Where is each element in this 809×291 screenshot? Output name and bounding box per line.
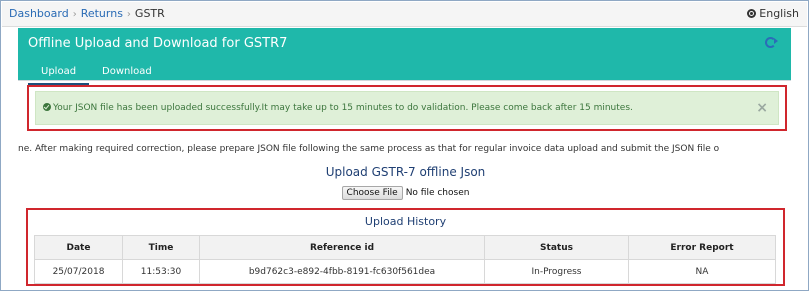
history-table: Date Time Reference id Status Error Repo… (34, 235, 776, 284)
tab-bar: Upload Download (28, 59, 165, 86)
close-icon[interactable]: × (756, 92, 768, 124)
col-time: Time (122, 235, 200, 260)
alert-highlight: Your JSON file has been uploaded success… (27, 85, 787, 131)
page-title: Offline Upload and Download for GSTR7 (28, 36, 288, 51)
language-selector[interactable]: English (747, 2, 799, 26)
alert-message: Your JSON file has been uploaded success… (53, 103, 633, 113)
tab-upload[interactable]: Upload (28, 65, 90, 86)
cell-date: 25/07/2018 (34, 259, 123, 284)
col-status: Status (484, 235, 629, 260)
divider (18, 80, 791, 81)
breadcrumb-current: GSTR (134, 7, 165, 20)
col-reference-id: Reference id (199, 235, 485, 260)
panel-header: Offline Upload and Download for GSTR7 Up… (18, 28, 791, 86)
breadcrumb: Dashboard › Returns › GSTR (9, 2, 165, 27)
col-error-report: Error Report (628, 235, 776, 260)
table-header-row: Date Time Reference id Status Error Repo… (34, 235, 776, 260)
tab-download[interactable]: Download (89, 65, 165, 86)
cell-time: 11:53:30 (122, 259, 200, 284)
cell-error-report: NA (628, 259, 776, 284)
language-label: English (759, 7, 799, 20)
upload-title: Upload GSTR-7 offline Json (325, 165, 486, 179)
table-row: 25/07/2018 11:53:30 b9d762c3-e892-4fbb-8… (34, 259, 776, 284)
choose-file-button[interactable]: Choose File (341, 186, 403, 200)
breadcrumb-separator: › (72, 9, 77, 20)
success-alert: Your JSON file has been uploaded success… (35, 91, 779, 125)
file-picker: Choose File No file chosen (1, 186, 809, 200)
file-status: No file chosen (405, 188, 470, 198)
col-date: Date (34, 235, 123, 260)
page-frame: Dashboard › Returns › GSTR English Offline U… (0, 0, 809, 291)
breadcrumb-returns[interactable]: Returns (81, 7, 123, 20)
breadcrumb-separator: › (126, 9, 131, 20)
upload-history-section: Upload History Date Time Reference id St… (26, 208, 785, 286)
cell-reference-id: b9d762c3-e892-4fbb-8191-fc630f561dea (199, 259, 485, 284)
cell-status: In-Progress (484, 259, 629, 284)
history-title: Upload History (364, 215, 447, 228)
globe-icon (747, 9, 757, 18)
breadcrumb-dashboard[interactable]: Dashboard (9, 7, 69, 20)
alert-message-wrap: Your JSON file has been uploaded success… (43, 92, 633, 124)
breadcrumb-bar: Dashboard › Returns › GSTR English (2, 2, 807, 27)
refresh-icon[interactable] (765, 37, 778, 48)
instructions-text: ne. After making required correction, pl… (18, 144, 720, 154)
check-circle-icon (43, 103, 51, 111)
